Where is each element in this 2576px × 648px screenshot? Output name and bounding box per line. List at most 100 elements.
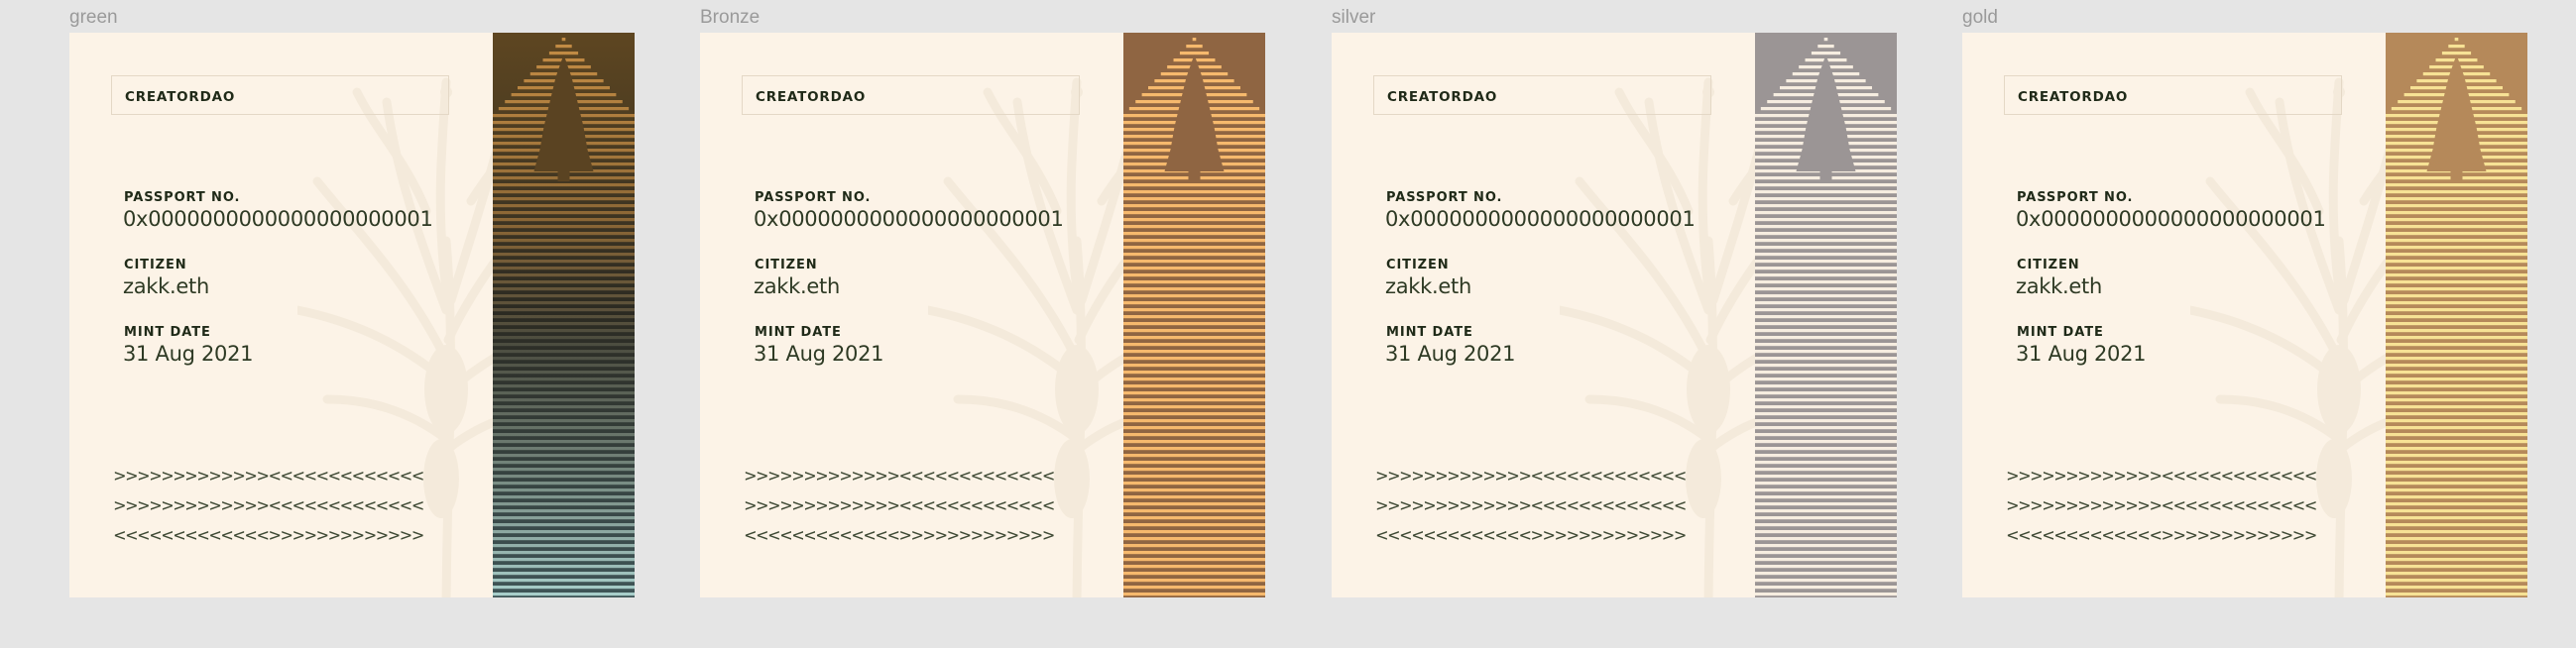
stripe-line	[1123, 273, 1265, 277]
passport-card[interactable]: CREATORDAO PASSPORT NO. 0x00000000000000…	[1332, 33, 1897, 597]
stripe-line	[1123, 440, 1265, 444]
stripe-line	[2386, 378, 2527, 381]
stripe-line	[2386, 426, 2527, 430]
stripe-line	[1755, 384, 1897, 388]
org-name: CREATORDAO	[125, 89, 236, 105]
stripe-line	[493, 530, 635, 534]
stripe-line	[493, 364, 635, 368]
frame-label[interactable]: green	[69, 7, 118, 29]
passport-no-value: 0x0000000000000000000001	[1385, 207, 1696, 231]
stripe-line	[1123, 579, 1265, 583]
passport-card[interactable]: CREATORDAO PASSPORT NO. 0x00000000000000…	[700, 33, 1265, 597]
stripe-line	[1123, 495, 1265, 499]
stripe-line	[2386, 593, 2527, 596]
stripe-line	[1755, 225, 1897, 229]
citizen-value: zakk.eth	[2016, 274, 2102, 298]
frame-label[interactable]: silver	[1332, 7, 1375, 29]
stripe-line	[2386, 246, 2527, 250]
stripe-line	[1123, 378, 1265, 381]
stripe-line	[1755, 294, 1897, 298]
stripe-line	[2386, 301, 2527, 305]
stripe-line	[1123, 391, 1265, 395]
stripe-line	[1123, 412, 1265, 416]
mrz-line-3: <<<<<<<<<<<<<>>>>>>>>>>>>>	[2007, 525, 2317, 546]
stripe-line	[1755, 197, 1897, 201]
stripe-line	[2386, 468, 2527, 472]
stripe-line	[2386, 544, 2527, 548]
stripe-line	[1755, 405, 1897, 409]
stripe-line	[1123, 280, 1265, 284]
stripe-line	[1123, 246, 1265, 250]
mint-date-label: MINT DATE	[2017, 325, 2104, 340]
stripe-line	[2386, 502, 2527, 506]
stripe-line	[493, 544, 635, 548]
stripe-line	[493, 197, 635, 201]
stripe-line	[2386, 495, 2527, 499]
stripe-line	[1755, 454, 1897, 458]
passport-no-label: PASSPORT NO.	[755, 190, 872, 205]
stripe-panel	[2386, 33, 2527, 597]
stripe-line	[1123, 294, 1265, 298]
stripe-line	[1123, 329, 1265, 333]
org-logo-box: CREATORDAO	[1373, 75, 1711, 115]
stripe-line	[493, 482, 635, 486]
stripe-line	[1755, 412, 1897, 416]
stripe-line	[2386, 294, 2527, 298]
mrz-line-3: <<<<<<<<<<<<<>>>>>>>>>>>>>	[1376, 525, 1687, 546]
stripe-line	[2386, 509, 2527, 513]
stripe-line	[2386, 260, 2527, 264]
stripe-line	[493, 329, 635, 333]
stripe-line	[1755, 280, 1897, 284]
stripe-line	[2386, 329, 2527, 333]
stripe-line	[1123, 468, 1265, 472]
frame-label[interactable]: gold	[1962, 7, 1998, 29]
stripe-line	[1123, 426, 1265, 430]
stripe-line	[1123, 308, 1265, 312]
stripe-line	[493, 336, 635, 340]
stripe-line	[1755, 572, 1897, 576]
stripe-line	[1755, 301, 1897, 305]
stripe-line	[2386, 371, 2527, 375]
citizen-label: CITIZEN	[1386, 258, 1450, 272]
stripe-line	[2386, 440, 2527, 444]
stripe-line	[1755, 364, 1897, 368]
stripe-line	[1755, 461, 1897, 465]
stripe-line	[2386, 183, 2527, 187]
org-name: CREATORDAO	[2018, 89, 2129, 105]
stripe-line	[1755, 565, 1897, 569]
stripe-line	[2386, 308, 2527, 312]
stripe-line	[1755, 530, 1897, 534]
stripe-line	[1755, 544, 1897, 548]
stripe-line	[2386, 315, 2527, 319]
stripe-line	[493, 475, 635, 479]
stripe-line	[493, 579, 635, 583]
stripe-line	[2386, 287, 2527, 291]
stripe-line	[493, 405, 635, 409]
stripe-line	[2386, 364, 2527, 368]
stripe-line	[493, 287, 635, 291]
stripe-line	[1755, 586, 1897, 590]
passport-card[interactable]: CREATORDAO PASSPORT NO. 0x00000000000000…	[69, 33, 635, 597]
stripe-line	[1123, 253, 1265, 257]
stripe-line	[2386, 384, 2527, 388]
stripe-line	[2386, 322, 2527, 326]
stripe-line	[493, 239, 635, 243]
stripe-line	[1755, 447, 1897, 451]
stripe-line	[493, 537, 635, 541]
stripe-line	[2386, 239, 2527, 243]
stripe-line	[2386, 405, 2527, 409]
passport-card[interactable]: CREATORDAO PASSPORT NO. 0x00000000000000…	[1962, 33, 2527, 597]
stripe-line	[1755, 260, 1897, 264]
stripe-line	[493, 433, 635, 437]
stripe-panel	[493, 33, 635, 597]
stripe-line	[1123, 239, 1265, 243]
stripe-line	[2386, 488, 2527, 492]
stripe-line	[2386, 516, 2527, 520]
frame-label[interactable]: Bronze	[700, 7, 760, 29]
stripe-line	[1755, 253, 1897, 257]
stripe-line	[1123, 565, 1265, 569]
stripe-pattern	[493, 33, 635, 597]
stripe-line	[1123, 315, 1265, 319]
stripe-line	[2386, 461, 2527, 465]
stripe-line	[2386, 551, 2527, 555]
